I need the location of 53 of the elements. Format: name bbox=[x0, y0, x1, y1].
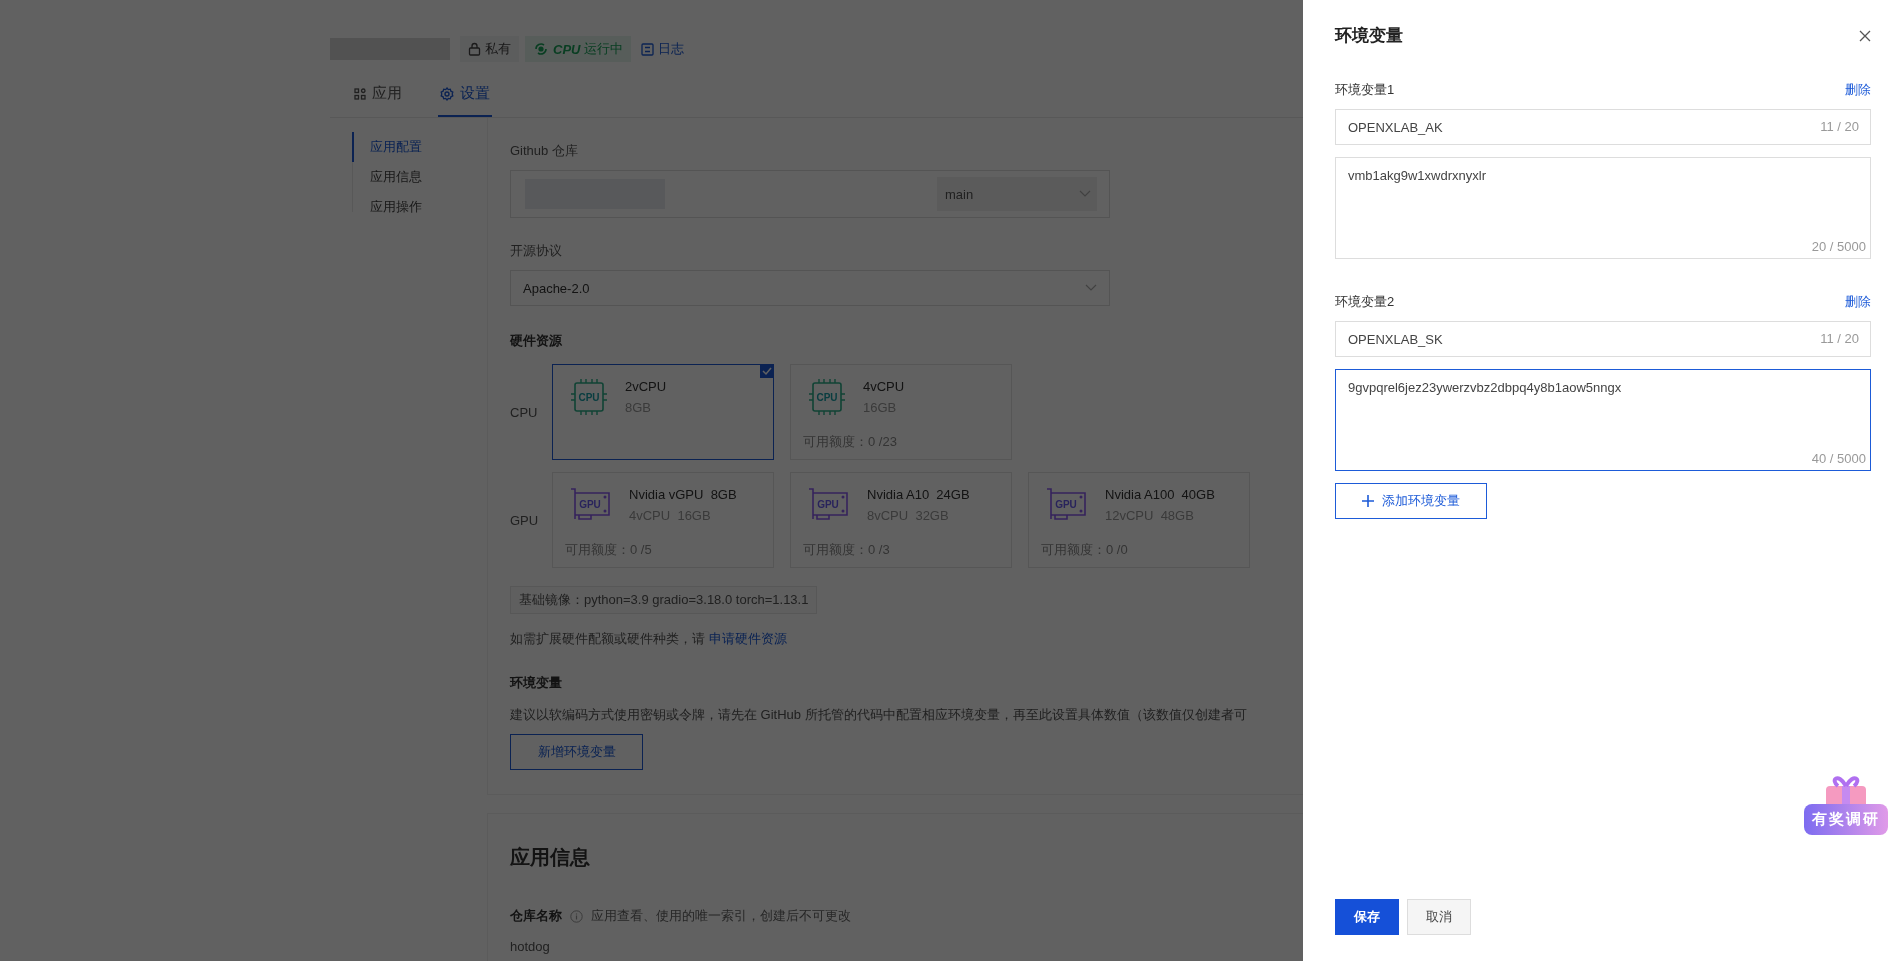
log-icon bbox=[641, 42, 655, 56]
plus-icon bbox=[1362, 495, 1374, 507]
character-count: 11 / 20 bbox=[1820, 331, 1859, 346]
branch-select[interactable]: main bbox=[937, 177, 1097, 211]
option-name: Nvidia vGPU 8GB bbox=[629, 487, 737, 502]
character-count: 40 / 5000 bbox=[1811, 451, 1866, 466]
settings-icon bbox=[440, 86, 454, 101]
base-image-tag: 基础镜像：python=3.9 gradio=3.18.0 torch=1.13.1 bbox=[510, 586, 818, 614]
hardware-group-label: CPU bbox=[510, 404, 536, 420]
delete-link[interactable]: 删除 bbox=[1845, 293, 1871, 311]
section-title: 应用信息 bbox=[510, 845, 590, 870]
add-env-button[interactable]: 新增环境变量 bbox=[510, 734, 643, 770]
save-button[interactable]: 保存 bbox=[1335, 899, 1399, 935]
status-tag: CPU 运行中 bbox=[525, 36, 632, 62]
repo-name-value: hotdog bbox=[510, 939, 550, 954]
section-title: 环境变量 bbox=[510, 674, 562, 692]
survey-badge[interactable]: 有奖调研 bbox=[1804, 804, 1888, 835]
option-name: 4vCPU bbox=[863, 379, 905, 394]
log-link[interactable]: 日志 bbox=[637, 40, 689, 58]
license-select[interactable]: Apache-2.0 bbox=[510, 270, 1110, 306]
field-label: 仓库名称 bbox=[510, 907, 562, 925]
env-description: 建议以软编码方式使用密钥或令牌，请先在 GitHub 所托管的代码中配置相应环境变量，再至此设置具体数值（该数值仅创建者可 bbox=[510, 706, 1247, 724]
variable-label: 环境变量1 bbox=[1335, 81, 1395, 99]
cancel-button[interactable]: 取消 bbox=[1407, 899, 1471, 935]
option-name: Nvidia A10 24GB bbox=[867, 487, 970, 502]
info-icon bbox=[570, 909, 583, 923]
check-corner-icon bbox=[760, 364, 774, 378]
hardware-group-label: GPU bbox=[510, 512, 536, 528]
option-name: Nvidia A100 40GB bbox=[1105, 487, 1215, 502]
variable-label: 环境变量2 bbox=[1335, 293, 1395, 311]
chevron-down-icon bbox=[1079, 190, 1091, 198]
lock-icon bbox=[468, 42, 481, 56]
add-variable-button[interactable]: 添加环境变量 bbox=[1335, 483, 1487, 519]
character-count: 20 / 5000 bbox=[1811, 239, 1866, 254]
tab[interactable]: 应用 bbox=[352, 74, 404, 117]
option-name: 2vCPU bbox=[625, 379, 667, 394]
character-count: 11 / 20 bbox=[1820, 119, 1859, 134]
repo-field[interactable]: main bbox=[510, 170, 1110, 218]
running-icon bbox=[533, 41, 549, 57]
tab[interactable]: 设置 bbox=[438, 74, 492, 117]
side-nav-item[interactable]: 应用信息 bbox=[352, 162, 487, 192]
field-label: 开源协议 bbox=[510, 242, 562, 260]
section-title: 硬件资源 bbox=[510, 332, 562, 350]
field-label: Github 仓库 bbox=[510, 142, 578, 160]
visibility-tag: 私有 bbox=[460, 36, 519, 62]
close-icon[interactable] bbox=[1859, 29, 1871, 42]
grid-icon bbox=[354, 87, 366, 100]
apply-hardware-link[interactable]: 申请硬件资源 bbox=[709, 630, 787, 648]
delete-link[interactable]: 删除 bbox=[1845, 81, 1871, 99]
drawer-title: 环境变量 bbox=[1335, 25, 1403, 47]
side-nav-item[interactable]: 应用配置 bbox=[352, 132, 487, 162]
side-nav-item[interactable]: 应用操作 bbox=[352, 192, 487, 222]
chevron-down-icon bbox=[1085, 284, 1097, 292]
